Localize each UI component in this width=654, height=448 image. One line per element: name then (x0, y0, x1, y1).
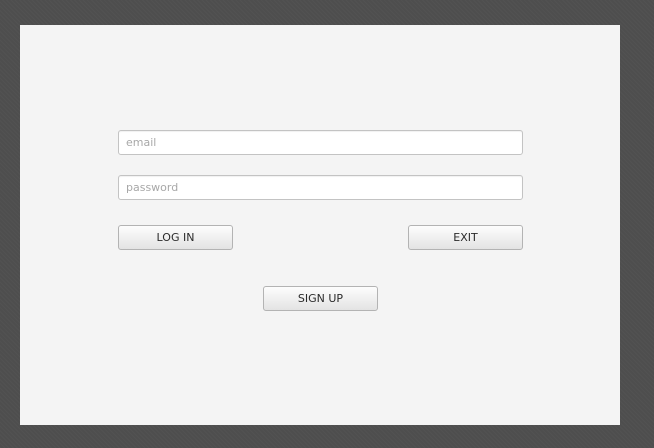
password-field[interactable] (118, 175, 523, 200)
desktop-background: { "login_form": { "email": { "placeholde… (0, 0, 654, 448)
signup-button[interactable]: SIGN UP (263, 286, 378, 311)
exit-button[interactable]: EXIT (408, 225, 523, 250)
login-button[interactable]: LOG IN (118, 225, 233, 250)
login-window: LOG IN EXIT SIGN UP (20, 25, 620, 425)
email-field[interactable] (118, 130, 523, 155)
